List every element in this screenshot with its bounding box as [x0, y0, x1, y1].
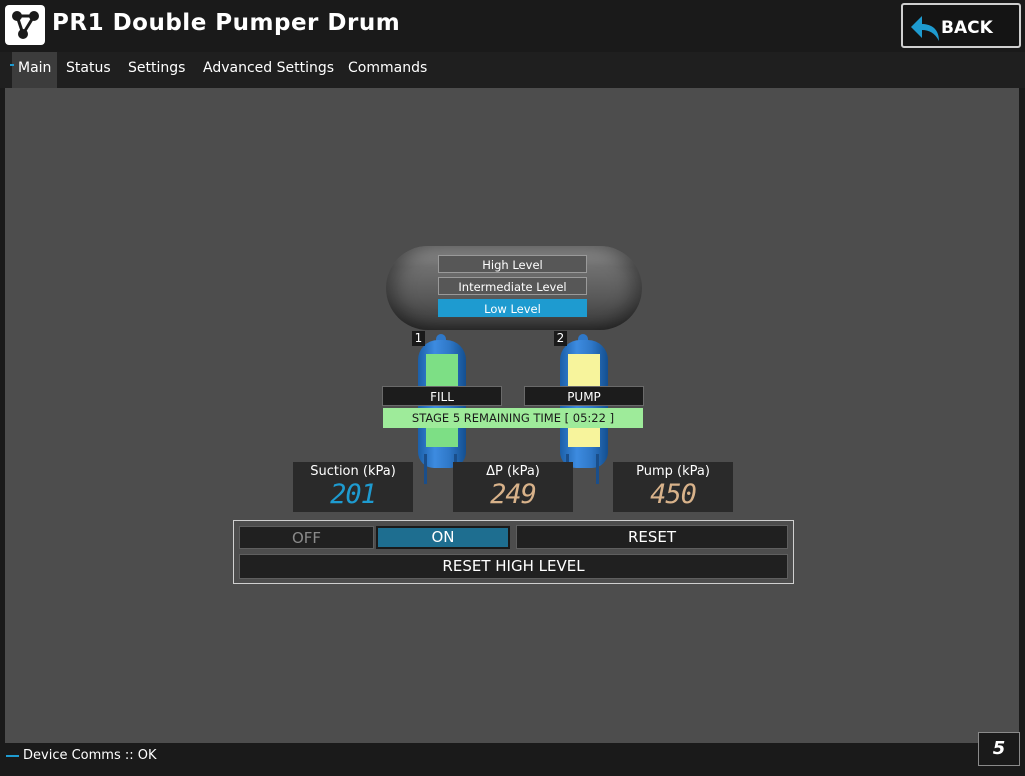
off-button[interactable]: OFF [239, 526, 374, 549]
gauge-value: 450 [650, 479, 697, 510]
pump-pressure-gauge: Pump (kPa) 450 [613, 462, 733, 512]
pumper-1-state: FILL [382, 386, 502, 406]
pumper-2-fill-upper [568, 354, 600, 386]
page-title: PR1 Double Pumper Drum [52, 10, 401, 36]
status-bar: Device Comms :: OK [0, 743, 1025, 776]
device-comms-status: Device Comms :: OK [23, 748, 157, 763]
pumper-2-leg [596, 454, 599, 484]
status-indicator [6, 755, 19, 757]
tab-status[interactable]: Status [60, 52, 117, 88]
on-button[interactable]: ON [376, 526, 510, 549]
pumper-1-fill-upper [426, 354, 458, 386]
pumper-1-number: 1 [412, 331, 425, 346]
differential-pressure-gauge: ΔP (kPa) 249 [453, 462, 573, 512]
page-number[interactable]: 5 [978, 732, 1020, 766]
gauge-value: 249 [490, 479, 537, 510]
intermediate-level-indicator: Intermediate Level [438, 277, 587, 295]
back-label: BACK [941, 18, 993, 38]
reset-button[interactable]: RESET [516, 525, 788, 549]
back-button[interactable]: BACK [901, 3, 1021, 48]
pumper-2-number: 2 [554, 331, 567, 346]
gauge-value: 201 [330, 479, 377, 510]
gauge-label: Suction (kPa) [310, 464, 396, 479]
gauge-label: Pump (kPa) [636, 464, 710, 479]
pumper-2-fill-lower [568, 428, 600, 447]
reset-high-level-button[interactable]: RESET HIGH LEVEL [239, 554, 788, 579]
tab-settings[interactable]: Settings [122, 52, 191, 88]
tab-commands[interactable]: Commands [342, 52, 433, 88]
pumper-1-fill-lower [426, 428, 458, 447]
tab-main[interactable]: Main [9, 52, 58, 88]
title-bar: PR1 Double Pumper Drum BACK [0, 0, 1025, 52]
low-level-indicator: Low Level [438, 299, 587, 317]
tab-advanced-settings[interactable]: Advanced Settings [197, 52, 340, 88]
back-arrow-icon [909, 13, 941, 47]
high-level-indicator: High Level [438, 255, 587, 273]
gauge-label: ΔP (kPa) [486, 464, 540, 479]
pumper-2-state: PUMP [524, 386, 644, 406]
suction-pressure-gauge: Suction (kPa) 201 [293, 462, 413, 512]
pumper-1-leg [424, 454, 427, 484]
tab-bar: Main Status Settings Advanced Settings C… [0, 52, 1025, 88]
network-icon [5, 5, 45, 45]
stage-remaining-time: STAGE 5 REMAINING TIME [ 05:22 ] [383, 408, 643, 428]
